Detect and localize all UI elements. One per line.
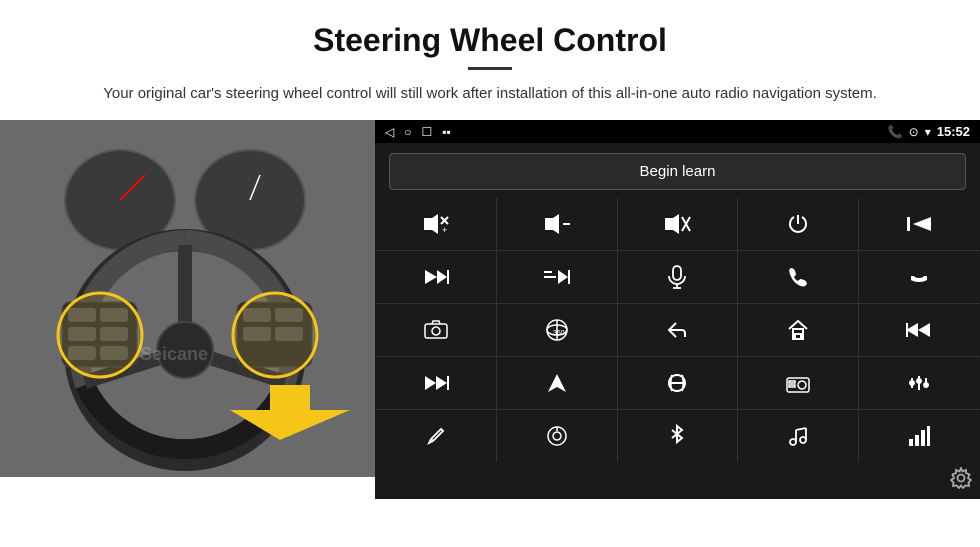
- home-nav-icon[interactable]: ○: [404, 125, 411, 139]
- control-power[interactable]: [738, 198, 858, 250]
- control-grid: +: [376, 198, 979, 462]
- svg-text:+: +: [442, 225, 447, 235]
- control-hang-up[interactable]: [859, 251, 979, 303]
- page-title: Steering Wheel Control: [60, 22, 920, 59]
- svg-text:Seicane: Seicane: [140, 344, 208, 364]
- svg-text:360°: 360°: [553, 329, 568, 337]
- control-source[interactable]: [618, 357, 738, 409]
- control-home[interactable]: [738, 304, 858, 356]
- control-fast-fwd[interactable]: [376, 357, 496, 409]
- begin-learn-row: Begin learn: [375, 143, 980, 198]
- control-pencil[interactable]: [376, 410, 496, 462]
- control-panel: ◁ ○ ☐ ▪▪ 📞 ⊙ ▾ 15:52 Begin learn: [375, 120, 980, 477]
- control-knob[interactable]: [497, 410, 617, 462]
- status-bar-right: 📞 ⊙ ▾ 15:52: [888, 124, 970, 139]
- control-mic[interactable]: [618, 251, 738, 303]
- control-360[interactable]: 360°: [497, 304, 617, 356]
- location-icon: ⊙: [909, 125, 919, 139]
- page-wrapper: Steering Wheel Control Your original car…: [0, 0, 980, 477]
- header-section: Steering Wheel Control Your original car…: [0, 0, 980, 120]
- control-music[interactable]: [738, 410, 858, 462]
- control-eq[interactable]: [859, 357, 979, 409]
- car-background: Seicane: [0, 120, 375, 477]
- control-mute[interactable]: [618, 198, 738, 250]
- control-vol-down[interactable]: [497, 198, 617, 250]
- control-vol-up[interactable]: +: [376, 198, 496, 250]
- battery-indicator: ▪▪: [442, 125, 451, 139]
- control-skip[interactable]: [497, 251, 617, 303]
- control-signal-bars[interactable]: [859, 410, 979, 462]
- control-prev-prev[interactable]: [859, 304, 979, 356]
- control-camera[interactable]: [376, 304, 496, 356]
- status-bar-left: ◁ ○ ☐ ▪▪: [385, 125, 451, 139]
- control-bluetooth[interactable]: [618, 410, 738, 462]
- control-phone-prev[interactable]: [859, 198, 979, 250]
- control-next-track[interactable]: [376, 251, 496, 303]
- recents-nav-icon[interactable]: ☐: [421, 125, 432, 139]
- status-time: 15:52: [937, 124, 970, 139]
- content-area: Seicane ◁ ○ ☐ ▪▪ 📞 ⊙ ▾ 15:52: [0, 120, 980, 477]
- settings-icon[interactable]: [950, 467, 972, 495]
- back-nav-icon[interactable]: ◁: [385, 125, 394, 139]
- car-image-area: Seicane: [0, 120, 375, 477]
- title-divider: [468, 67, 512, 70]
- control-radio[interactable]: [738, 357, 858, 409]
- wifi-icon: ▾: [925, 125, 931, 139]
- status-bar: ◁ ○ ☐ ▪▪ 📞 ⊙ ▾ 15:52: [375, 120, 980, 143]
- begin-learn-button[interactable]: Begin learn: [389, 153, 966, 190]
- subtitle: Your original car's steering wheel contr…: [80, 82, 900, 106]
- control-back[interactable]: [618, 304, 738, 356]
- phone-signal-icon: 📞: [888, 125, 903, 139]
- settings-row: [375, 463, 980, 499]
- control-navigate[interactable]: [497, 357, 617, 409]
- control-call[interactable]: [738, 251, 858, 303]
